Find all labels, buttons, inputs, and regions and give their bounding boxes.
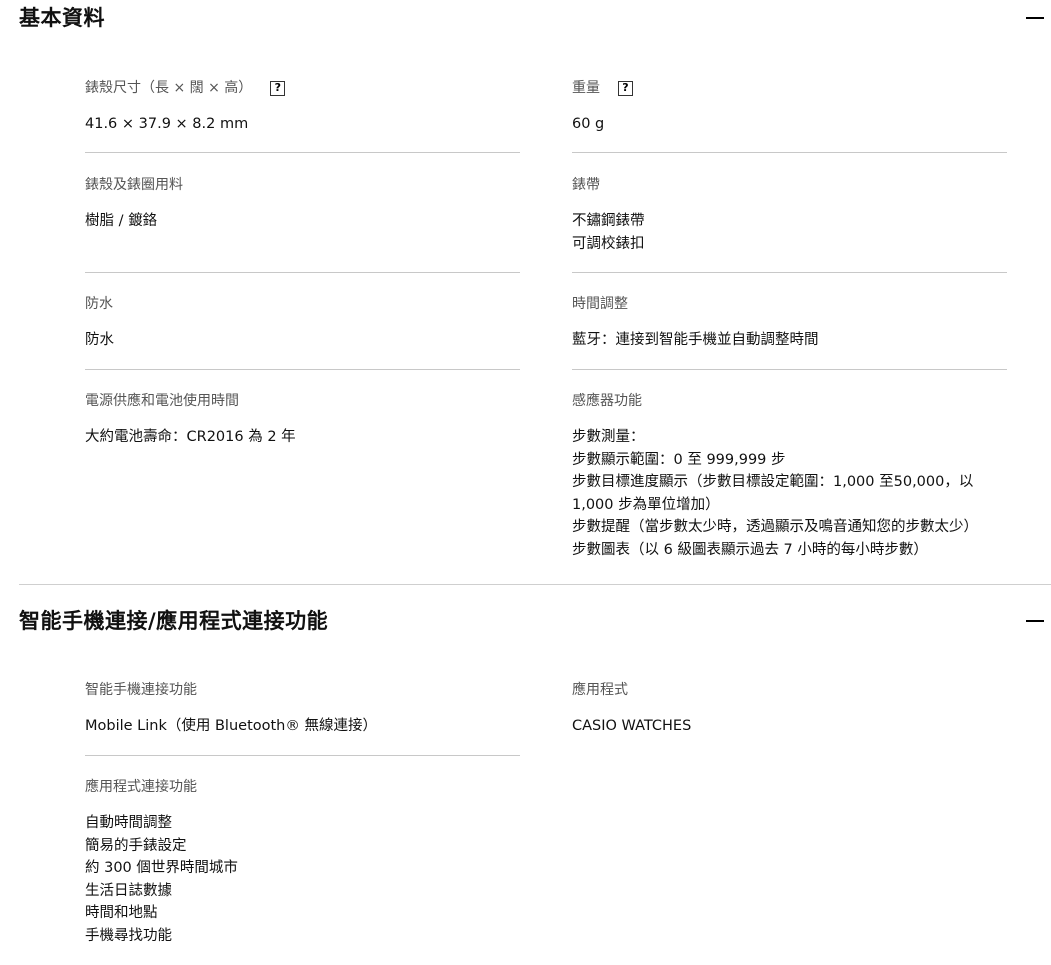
spec-value: 防水 — [85, 332, 114, 348]
spec-power: 電源供應和電池使用時間 大約電池壽命：CR2016 為 2 年 — [85, 391, 520, 449]
spec-label: 錶帶 — [572, 177, 600, 193]
spec-value: 41.6 × 37.9 × 8.2 mm — [85, 116, 249, 132]
spec-value: 60 g — [572, 116, 605, 132]
spec-value: Mobile Link（使用 Bluetooth® 無線連接） — [85, 718, 377, 734]
spec-app-features: 應用程式連接功能 自動時間調整 簡易的手錶設定 約 300 個世界時間城市 生活… — [85, 777, 520, 947]
spec-value: 不鏽鋼錶帶 可調校錶扣 — [572, 213, 645, 252]
section-title: 基本資料 — [19, 6, 105, 30]
spec-band: 錶帶 不鏽鋼錶帶 可調校錶扣 — [572, 175, 1007, 255]
spec-label: 防水 — [85, 296, 113, 312]
spec-time-adjust: 時間調整 藍牙：連接到智能手機並自動調整時間 — [572, 294, 1007, 352]
spec-app: 應用程式 CASIO WATCHES — [572, 680, 1007, 738]
spec-value: 藍牙：連接到智能手機並自動調整時間 — [572, 332, 819, 348]
spec-label: 重量 — [572, 80, 600, 96]
divider — [572, 152, 1007, 153]
spec-label: 時間調整 — [572, 296, 628, 312]
section-header-basic-info[interactable]: 基本資料 — [19, 0, 1051, 36]
spec-value: CASIO WATCHES — [572, 718, 692, 734]
spec-label: 電源供應和電池使用時間 — [85, 393, 239, 409]
spec-value: 步數測量： 步數顯示範圍：0 至 999,999 步 步數目標進度顯示（步數目標… — [572, 429, 978, 558]
spec-case-size: 錶殼尺寸（長 × 闊 × 高） ? 41.6 × 37.9 × 8.2 mm — [85, 78, 520, 136]
spec-case-material: 錶殼及錶圈用料 樹脂 / 鍍鉻 — [85, 175, 520, 233]
divider — [85, 272, 520, 273]
spec-label: 錶殼及錶圈用料 — [85, 177, 183, 193]
spec-value: 大約電池壽命：CR2016 為 2 年 — [85, 429, 296, 445]
spec-smartphone-link: 智能手機連接功能 Mobile Link（使用 Bluetooth® 無線連接） — [85, 680, 520, 738]
collapse-minus-icon[interactable] — [1026, 17, 1044, 19]
section-divider — [19, 584, 1051, 585]
collapse-minus-icon[interactable] — [1026, 620, 1044, 622]
spec-water-resistance: 防水 防水 — [85, 294, 520, 352]
divider — [572, 369, 1007, 370]
spec-value: 樹脂 / 鍍鉻 — [85, 213, 158, 229]
section-header-connectivity[interactable]: 智能手機連接/應用程式連接功能 — [19, 603, 1051, 639]
spec-value: 自動時間調整 簡易的手錶設定 約 300 個世界時間城市 生活日誌數據 時間和地… — [85, 815, 238, 944]
help-question-icon[interactable]: ? — [618, 80, 633, 96]
divider — [85, 755, 520, 756]
spec-label: 智能手機連接功能 — [85, 682, 197, 698]
divider — [572, 272, 1007, 273]
divider — [85, 152, 520, 153]
spec-label: 應用程式連接功能 — [85, 779, 197, 795]
spec-label: 應用程式 — [572, 682, 628, 698]
help-question-icon[interactable]: ? — [270, 80, 286, 96]
spec-label: 錶殼尺寸（長 × 闊 × 高） — [85, 80, 253, 96]
section-title: 智能手機連接/應用程式連接功能 — [19, 609, 329, 633]
spec-weight: 重量 ? 60 g — [572, 78, 1007, 136]
spec-label: 感應器功能 — [572, 393, 642, 409]
divider — [85, 369, 520, 370]
spec-sensor: 感應器功能 步數測量： 步數顯示範圍：0 至 999,999 步 步數目標進度顯… — [572, 391, 1007, 561]
